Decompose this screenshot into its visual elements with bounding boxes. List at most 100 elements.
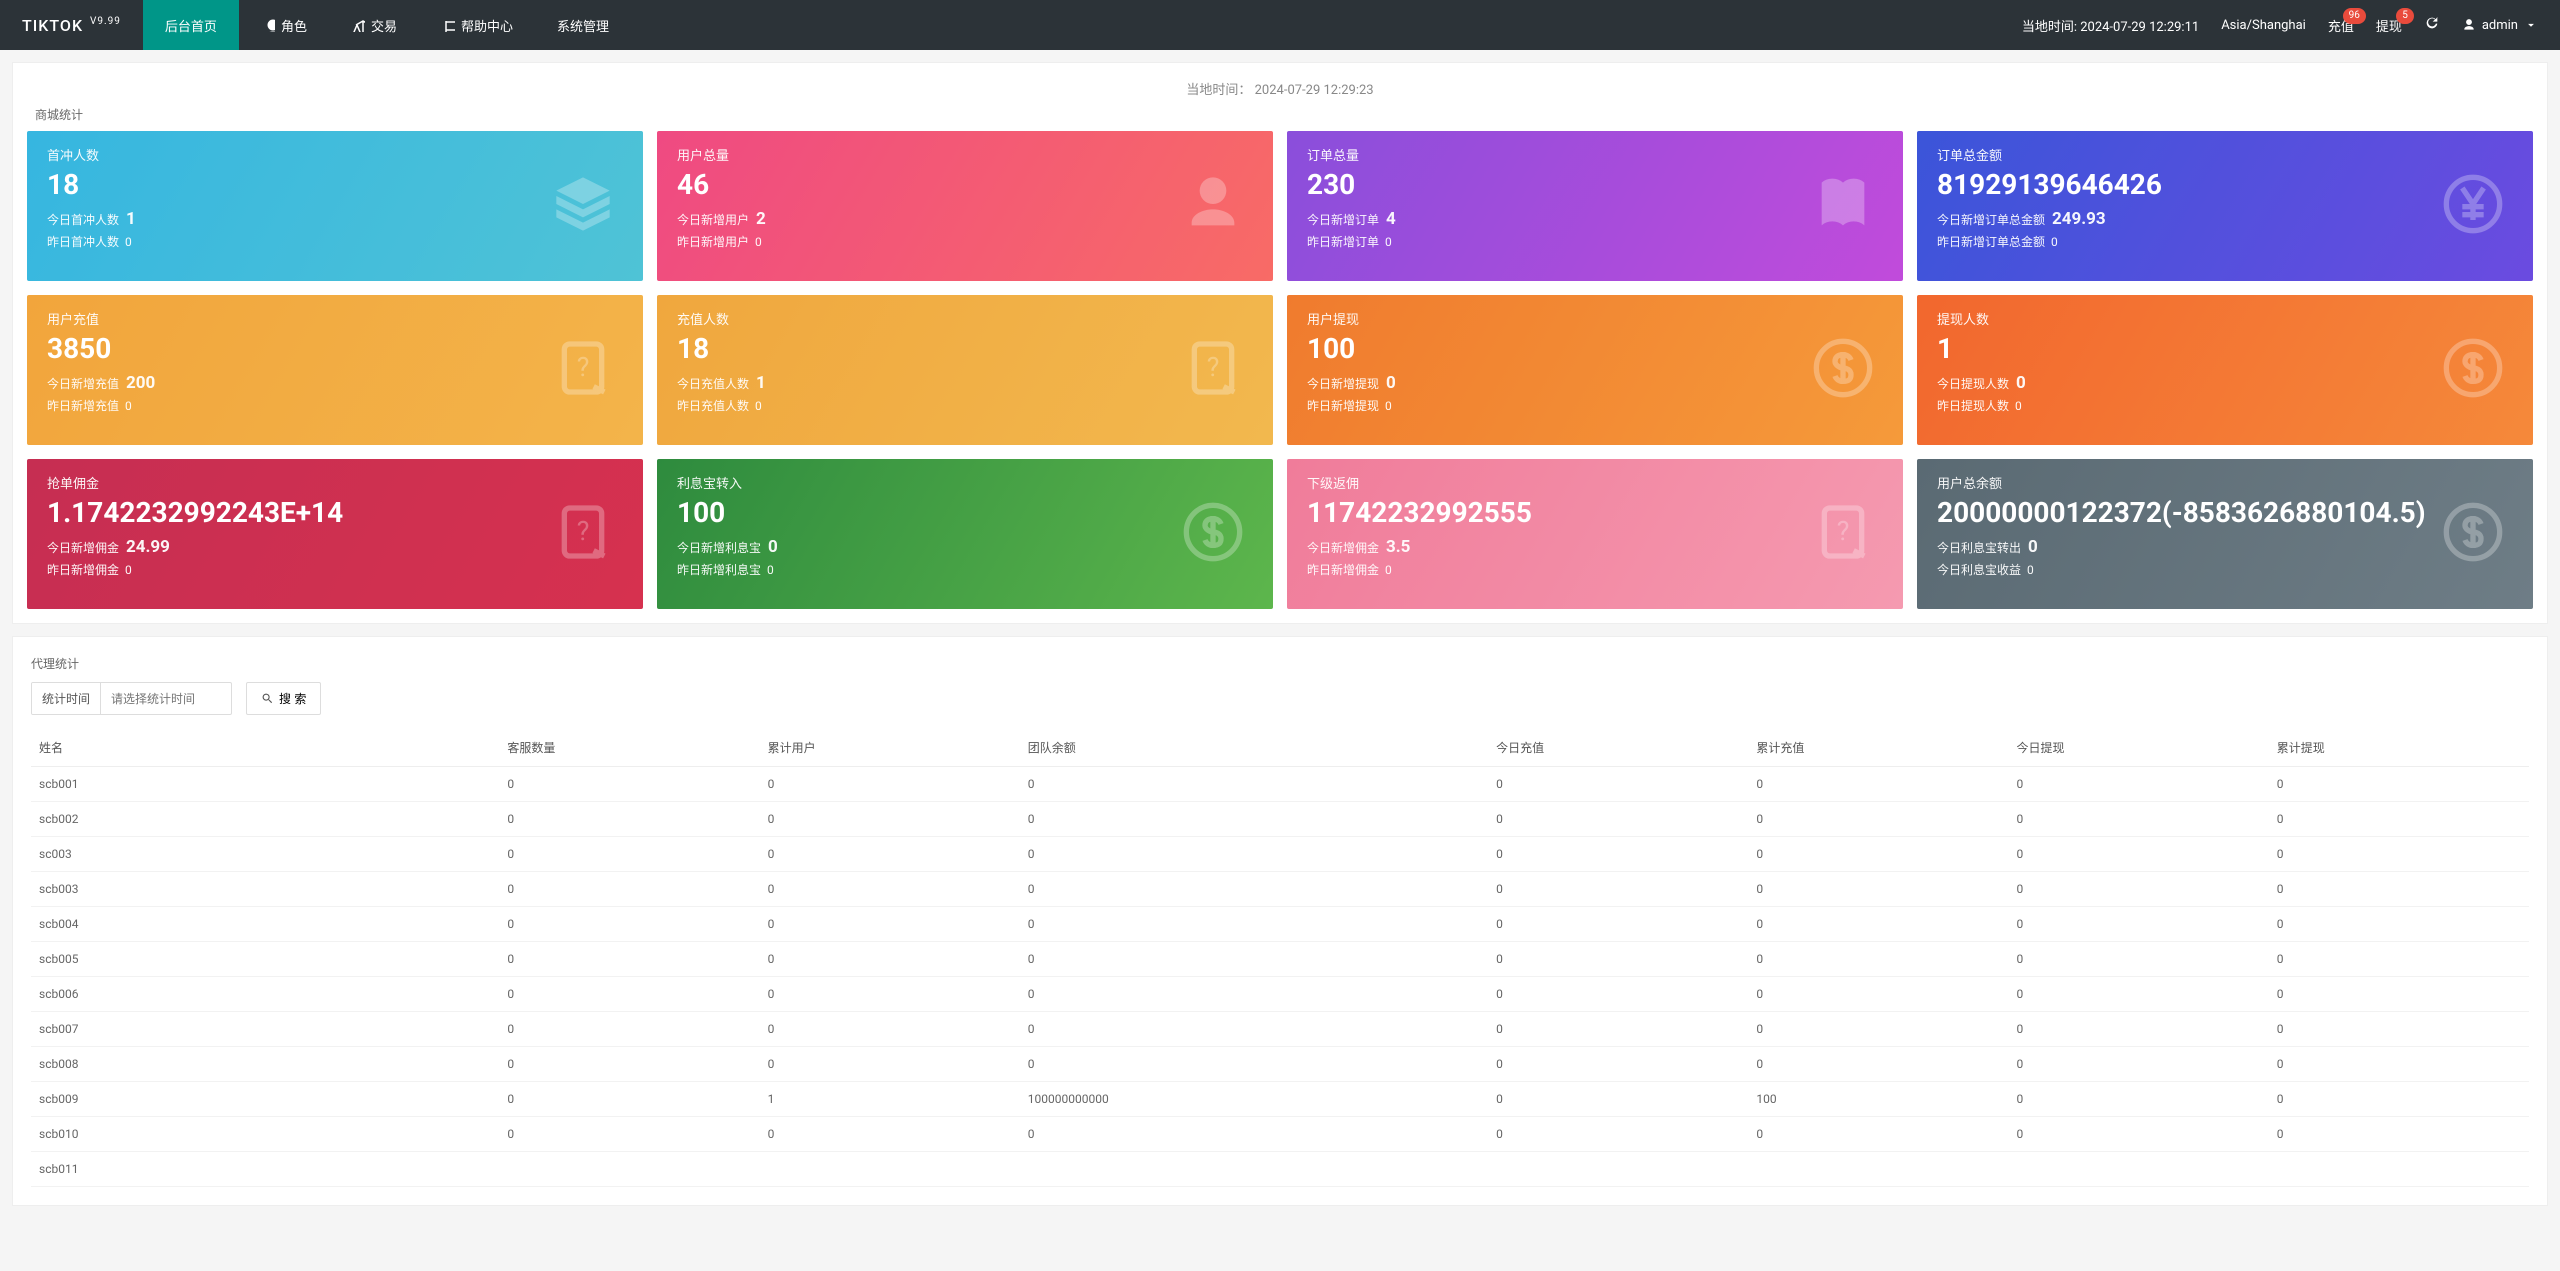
card-sub-yesterday: 昨日新增佣金 0 [1307,561,1883,578]
cell: 0 [760,837,1020,872]
card-sub-yesterday: 昨日首冲人数 0 [47,233,623,250]
card-sub-yesterday: 昨日新增佣金 0 [47,561,623,578]
cell: 0 [1488,872,1748,907]
cell: scb009 [31,1082,499,1117]
mall-stats-label: 商城统计 [13,106,2547,131]
nav-item-2[interactable]: 交易 [329,0,419,50]
cell: 0 [499,1047,759,1082]
recharge-link[interactable]: 充值 96 [2328,16,2354,35]
cell: 0 [760,1012,1020,1047]
cell: 0 [1748,837,2008,872]
table-row[interactable]: sc0030000000 [31,837,2529,872]
card-title: 充值人数 [677,309,1253,328]
card-title: 利息宝转入 [677,473,1253,492]
table-row[interactable]: scb0070000000 [31,1012,2529,1047]
book-icon [1811,172,1875,240]
card-value: 230 [1307,168,1883,201]
card-sub-today: 今日新增佣金 24.99 [47,537,623,557]
cell: 0 [2009,872,2269,907]
withdraw-link[interactable]: 提现 5 [2376,16,2402,35]
table-row[interactable]: scb0060000000 [31,977,2529,1012]
stat-card-11: 用户总余额20000000122372(-85836268801​04.5)今日… [1917,459,2533,609]
cell [760,1152,1020,1187]
cell: 0 [760,872,1020,907]
table-row[interactable]: scb0030000000 [31,872,2529,907]
table-row[interactable]: scb0080000000 [31,1047,2529,1082]
cell: 0 [1488,907,1748,942]
cell: 0 [2269,1047,2529,1082]
stack-icon [551,172,615,240]
refresh-icon[interactable] [2424,15,2440,35]
cell: 0 [1020,802,1488,837]
user-icon [1181,172,1245,240]
table-row[interactable]: scb0010000000 [31,767,2529,802]
cell: scb010 [31,1117,499,1152]
cell: 0 [1020,872,1488,907]
col-header-5: 累计充值 [1748,729,2008,767]
card-sub-today: 今日新增订单总金额 249.93 [1937,209,2513,229]
cell: 0 [2269,1012,2529,1047]
cell: 0 [1488,837,1748,872]
center-time: 当地时间： 2024-07-29 12:29:23 [13,63,2547,106]
cell: 0 [2009,837,2269,872]
cell: 0 [2009,907,2269,942]
withdraw-badge: 5 [2396,8,2414,24]
nav-item-4[interactable]: 系统管理 [535,0,631,50]
cell: 0 [2269,977,2529,1012]
nav-item-label: 角色 [281,16,307,35]
col-header-4: 今日充值 [1488,729,1748,767]
cell: 0 [2009,977,2269,1012]
card-sub-today: 今日新增利息宝 0 [677,537,1253,557]
card-title: 订单总金额 [1937,145,2513,164]
stat-card-7: 提现人数1今日提现人数 0昨日提现人数 0 [1917,295,2533,445]
table-row[interactable]: scb0040000000 [31,907,2529,942]
table-row[interactable]: scb0020000000 [31,802,2529,837]
table-row[interactable]: scb0100000000 [31,1117,2529,1152]
nav-items: 后台首页 角色 交易 帮助中心 系统管理 [143,0,631,50]
nav-item-label: 系统管理 [557,16,609,35]
cell: 0 [1020,942,1488,977]
cell: 0 [760,977,1020,1012]
cell: 0 [760,1047,1020,1082]
nav-item-0[interactable]: 后台首页 [143,0,239,50]
scale-icon [351,18,365,32]
card-sub-today: 今日充值人数 1 [677,373,1253,393]
recharge-badge: 96 [2343,8,2366,24]
cell: 0 [1020,1047,1488,1082]
table-row[interactable]: scb0050000000 [31,942,2529,977]
nav-item-1[interactable]: 角色 [239,0,329,50]
cell: scb007 [31,1012,499,1047]
cell: 0 [499,1012,759,1047]
table-row[interactable]: scb011 [31,1152,2529,1187]
card-sub-today: 今日新增用户 2 [677,209,1253,229]
cell: 0 [1488,1047,1748,1082]
cell: 0 [2009,767,2269,802]
card-sub-yesterday: 昨日新增订单总金额 0 [1937,233,2513,250]
search-button[interactable]: 搜 索 [246,682,321,715]
user-menu[interactable]: admin [2462,18,2538,33]
nav-item-label: 交易 [371,16,397,35]
cell: 0 [499,942,759,977]
agent-stats-label: 代理统计 [31,655,2529,682]
table-row[interactable]: scb00901100000000000010000 [31,1082,2529,1117]
card-sub-yesterday: 昨日新增订单 0 [1307,233,1883,250]
brand-version: V9.99 [90,16,121,27]
cell [1748,1152,2008,1187]
brand-logo: TIKTOK V9.99 [0,16,143,35]
filter-row: 统计时间 搜 索 [31,682,2529,729]
timezone-display: Asia/Shanghai [2221,18,2306,33]
filter-time-input[interactable] [101,685,231,713]
cell: 0 [1748,767,2008,802]
card-sub-today: 今日利息宝转出 0 [1937,537,2513,557]
cell: 0 [760,1117,1020,1152]
col-header-0: 姓名 [31,729,499,767]
card-value: 20000000122372(-85836268801​04.5) [1937,496,2513,529]
nav-item-3[interactable]: 帮助中心 [419,0,535,50]
card-title: 抢单佣金 [47,473,623,492]
cell: 0 [499,802,759,837]
cell: scb002 [31,802,499,837]
cell: 0 [499,1082,759,1117]
cell: 0 [760,767,1020,802]
cell: 0 [1488,942,1748,977]
cell: 0 [2269,907,2529,942]
